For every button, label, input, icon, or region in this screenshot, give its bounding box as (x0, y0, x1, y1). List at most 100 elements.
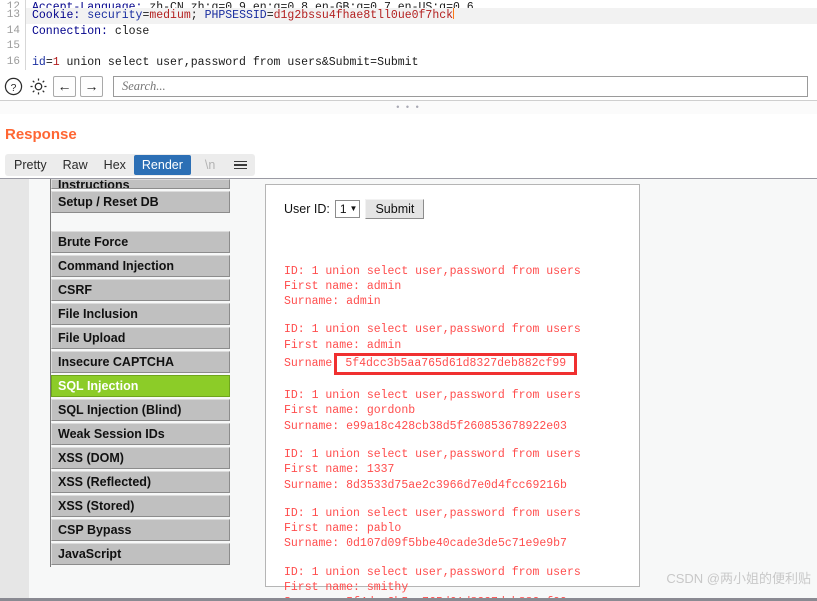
hamburger-menu-icon[interactable] (227, 158, 254, 173)
page-left-band (0, 179, 29, 601)
result-record: ID: 1 union select user,password from us… (284, 447, 629, 493)
request-line[interactable]: 16 id=1 union select user,password from u… (0, 54, 817, 70)
sidebar-item-label: SQL Injection (58, 379, 139, 393)
rendered-response-area: Instructions Setup / Reset DB Brute Force C… (0, 178, 817, 601)
sidebar-item-weak-session-ids[interactable]: Weak Session IDs (51, 423, 230, 445)
tab-raw[interactable]: Raw (55, 155, 96, 175)
result-record: ID: 1 union select user,password from us… (284, 565, 629, 601)
sidebar-item-label: Instructions (58, 179, 130, 189)
panel-splitter[interactable]: • • • (0, 100, 817, 114)
result-id-line: ID: 1 union select user,password from us… (284, 389, 581, 403)
result-first-name: First name: admin (284, 338, 402, 352)
result-first-name: First name: smithy (284, 581, 409, 595)
request-editor[interactable]: 12 Accept-Language: zh-CN,zh;q=0.9,en;q=0… (0, 0, 817, 72)
request-line-text: id=1 union select user,password from use… (32, 55, 419, 69)
sidebar-item-label: Weak Session IDs (58, 427, 165, 441)
result-surname: Surname: admin (284, 294, 629, 309)
result-first-name: First name: admin (284, 279, 402, 293)
sidebar-item-label: JavaScript (58, 547, 122, 561)
sidebar-item-command-injection[interactable]: Command Injection (51, 255, 230, 277)
request-line-text: Cookie: security=medium; PHPSESSID=d1g2b… (32, 8, 455, 22)
sidebar-item-label: Setup / Reset DB (58, 195, 159, 209)
nav-back-button[interactable]: ← (53, 75, 76, 97)
dvwa-sidebar-menu: Instructions Setup / Reset DB Brute Force C… (50, 179, 230, 567)
result-surname: Surname: e99a18c428cb38d5f260853678922e0… (284, 419, 629, 434)
sidebar-item-xss-reflected[interactable]: XSS (Reflected) (51, 471, 230, 493)
watermark: CSDN @两小姐的便利贴 (666, 571, 811, 586)
tab-pretty[interactable]: Pretty (6, 155, 55, 175)
result-surname-value: 8d3533d75ae2c3966d7e0d4fcc69216b (346, 478, 567, 492)
burp-suite-window: 12 Accept-Language: zh-CN,zh;q=0.9,en;q=0… (0, 0, 817, 601)
sidebar-item-label: Insecure CAPTCHA (58, 355, 174, 369)
response-panel-header: Response Pretty Raw Hex Render \n (0, 114, 817, 176)
result-surname-label: Surname: (284, 295, 347, 309)
request-line[interactable]: 14 Connection: close (0, 23, 817, 39)
result-record: ID: 1 union select user,password from us… (284, 388, 629, 434)
sidebar-item-label: XSS (Reflected) (58, 475, 152, 489)
highlighted-password-hash: 5f4dcc3b5aa765d61d8327deb882cf99 (334, 353, 578, 376)
response-view-tabs: Pretty Raw Hex Render \n (5, 154, 256, 176)
result-id-line: ID: 1 union select user,password from us… (284, 264, 581, 278)
user-id-select[interactable]: 1 ▼ (334, 200, 361, 218)
svg-text:?: ? (11, 82, 17, 93)
sidebar-item-brute-force[interactable]: Brute Force (51, 231, 230, 253)
result-first-name: First name: 1337 (284, 463, 395, 477)
sidebar-item-csrf[interactable]: CSRF (51, 279, 230, 301)
sidebar-item-label: File Inclusion (58, 307, 138, 321)
sidebar-item-instructions[interactable]: Instructions (51, 179, 230, 189)
result-record: ID: 1 union select user,password from us… (284, 322, 629, 376)
request-line-text (26, 39, 32, 55)
submit-button[interactable]: Submit (365, 199, 425, 219)
result-id-line: ID: 1 union select user,password from us… (284, 447, 581, 461)
nav-forward-button[interactable]: → (80, 75, 103, 97)
result-surname: Surname 5f4dcc3b5aa765d61d8327deb882cf99 (284, 353, 629, 376)
result-surname-label: Surname (284, 357, 333, 371)
sidebar-item-file-inclusion[interactable]: File Inclusion (51, 303, 230, 325)
request-line[interactable]: 12 Accept-Language: zh-CN,zh;q=0.9,en;q=0… (0, 0, 817, 8)
sidebar-item-label: File Upload (58, 331, 126, 345)
sidebar-item-label: Brute Force (58, 235, 129, 249)
line-number: 15 (0, 39, 26, 55)
line-number: 16 (0, 54, 26, 70)
result-surname: Surname: 8d3533d75ae2c3966d7e0d4fcc69216… (284, 478, 629, 493)
tab-hex[interactable]: Hex (96, 155, 134, 175)
user-id-form: User ID: 1 ▼ Submit (284, 199, 629, 219)
sidebar-item-insecure-captcha[interactable]: Insecure CAPTCHA (51, 351, 230, 373)
response-title: Response (5, 126, 77, 143)
sidebar-item-sql-injection-blind[interactable]: SQL Injection (Blind) (51, 399, 230, 421)
sidebar-item-label: CSP Bypass (58, 523, 132, 537)
sidebar-item-file-upload[interactable]: File Upload (51, 327, 230, 349)
gear-icon[interactable] (28, 76, 49, 97)
sidebar-item-xss-dom[interactable]: XSS (DOM) (51, 447, 230, 469)
search-box[interactable] (113, 75, 808, 97)
sidebar-item-csp-bypass[interactable]: CSP Bypass (51, 519, 230, 541)
sidebar-item-setup-reset-db[interactable]: Setup / Reset DB (51, 191, 230, 213)
dvwa-page: Instructions Setup / Reset DB Brute Force C… (29, 179, 817, 601)
sidebar-item-label: XSS (DOM) (58, 451, 124, 465)
tab-newline-toggle[interactable]: \n (196, 155, 224, 175)
sidebar-item-label: CSRF (58, 283, 93, 297)
sidebar-item-xss-stored[interactable]: XSS (Stored) (51, 495, 230, 517)
menu-gap (51, 215, 230, 231)
result-surname: Surname: 0d107d09f5bbe40cade3de5c71e9e9b… (284, 536, 629, 551)
result-surname-label: Surname: (284, 537, 347, 551)
sidebar-item-javascript[interactable]: JavaScript (51, 543, 230, 565)
search-input[interactable] (120, 77, 801, 95)
request-line[interactable]: 15 (0, 39, 817, 55)
result-first-name: First name: gordonb (284, 404, 416, 418)
editor-toolbar: ? ← → (0, 72, 817, 100)
question-circle-icon[interactable]: ? (3, 76, 24, 97)
tab-render[interactable]: Render (133, 155, 191, 175)
sidebar-item-label: Command Injection (58, 259, 174, 273)
line-number: 14 (0, 23, 26, 39)
result-record: ID: 1 union select user,password from us… (284, 506, 629, 552)
result-surname-value: 0d107d09f5bbe40cade3de5c71e9e9b7 (346, 537, 567, 551)
result-surname-value: e99a18c428cb38d5f260853678922e03 (346, 419, 567, 433)
request-line[interactable]: 13 Cookie: security=medium; PHPSESSID=d1g… (0, 8, 817, 24)
result-id-line: ID: 1 union select user,password from us… (284, 565, 581, 579)
vulnerability-content-panel: User ID: 1 ▼ Submit ID: 1 union select u… (265, 184, 640, 601)
text-caret (453, 8, 455, 19)
sidebar-item-sql-injection[interactable]: SQL Injection (51, 375, 230, 397)
splitter-handle-dots: • • • (396, 102, 421, 112)
line-number: 13 (0, 8, 26, 24)
